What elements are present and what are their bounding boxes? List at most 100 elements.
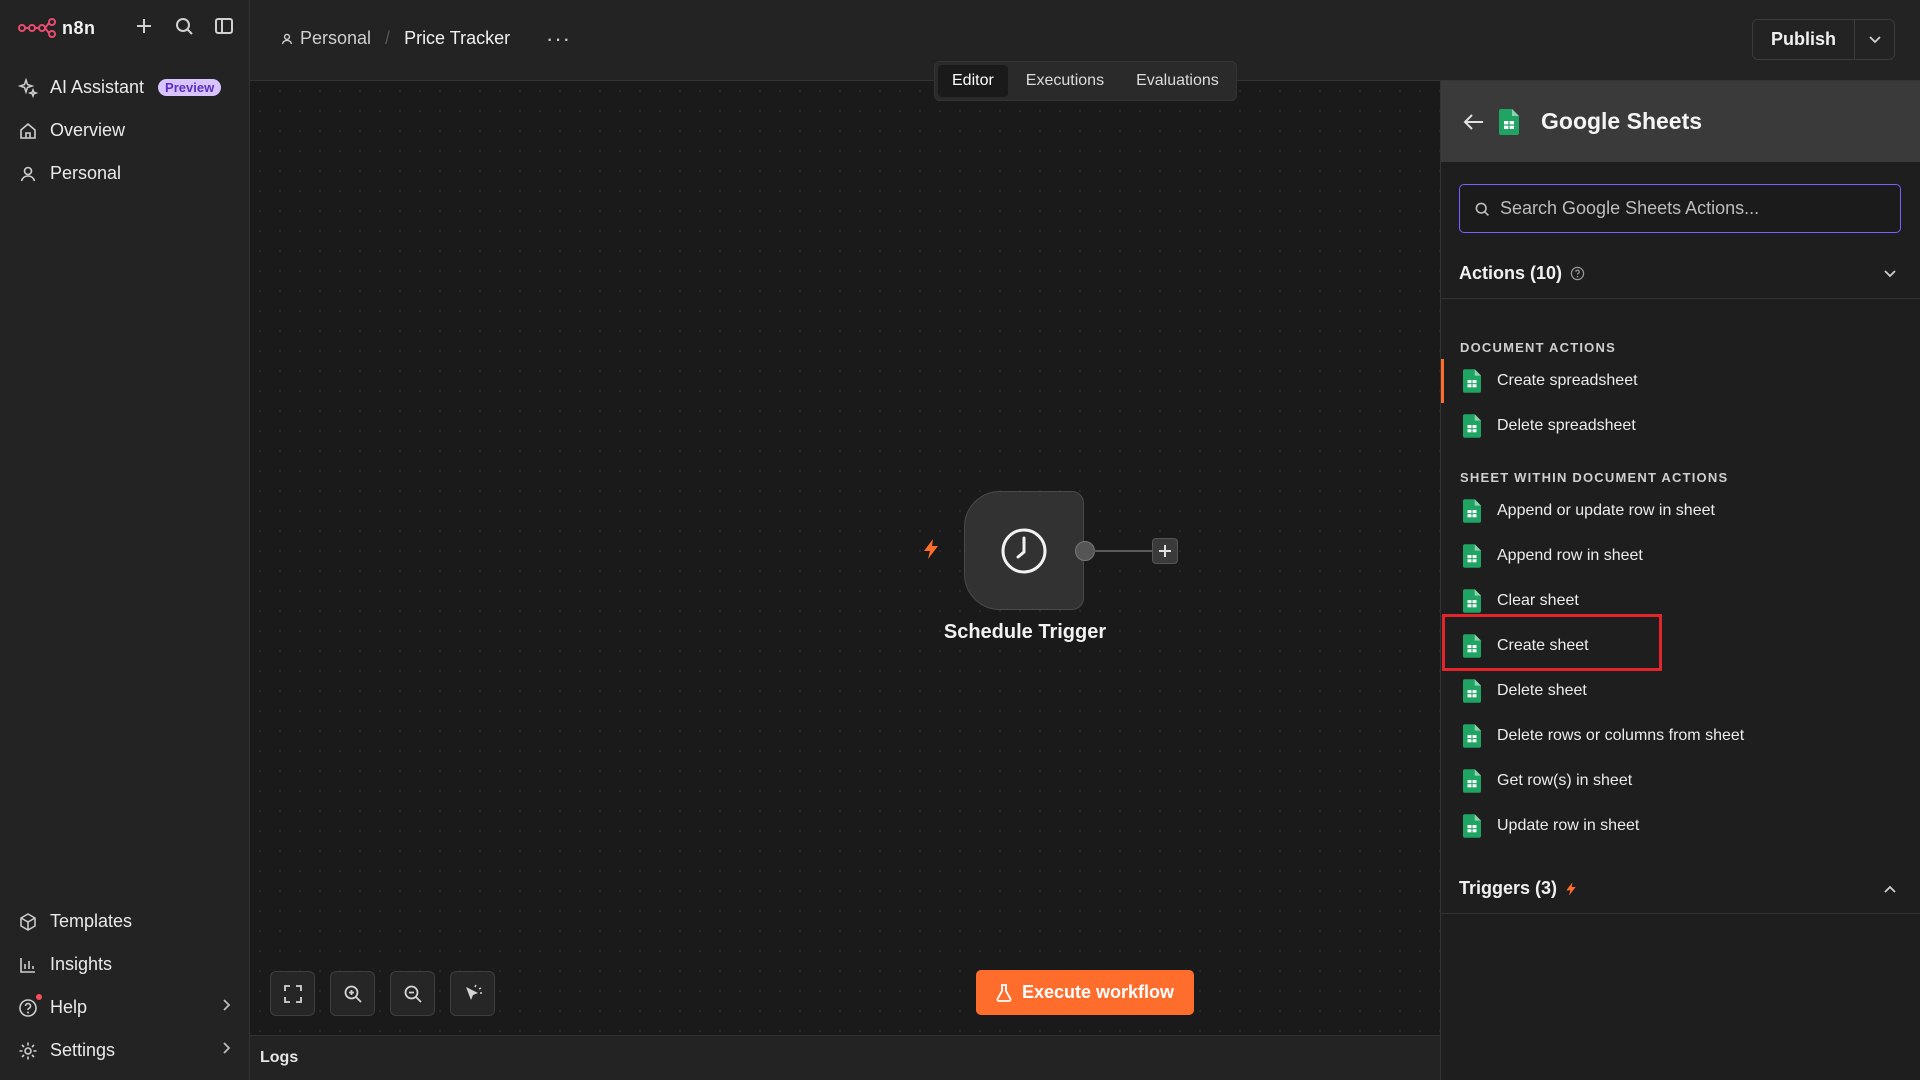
bolt-icon [1565,881,1577,897]
triggers-header-label: Triggers (3) [1459,878,1558,898]
action-clear-sheet[interactable]: Clear sheet [1441,579,1920,623]
action-label: Update row in sheet [1497,817,1640,834]
broom-icon [465,984,482,1000]
toggle-sidebar-icon[interactable] [212,14,236,38]
breadcrumb-project[interactable]: Personal [300,28,371,49]
action-label: Delete rows or columns from sheet [1497,727,1745,744]
sidebar-item-templates[interactable]: Templates [0,900,250,943]
gear-icon [18,1041,38,1061]
add-node-button[interactable] [1152,538,1178,564]
execute-workflow-button[interactable]: Execute workflow [976,970,1194,1015]
panel-header: Google Sheets [1441,81,1920,162]
action-append-row[interactable]: Append row in sheet [1441,534,1920,578]
google-sheets-icon [1463,369,1481,393]
tab-evaluations[interactable]: Evaluations [1122,65,1233,97]
action-label: Delete sheet [1497,682,1587,699]
chevron-right-icon [222,998,232,1017]
action-create-sheet[interactable]: Create sheet [1441,624,1920,668]
fit-view-button[interactable] [270,971,315,1016]
breadcrumb-separator: / [385,28,391,48]
notification-dot [36,994,42,1000]
google-sheets-icon [1499,108,1519,135]
actions-search-box [1459,184,1901,233]
connector-line [1094,550,1152,552]
action-label: Delete spreadsheet [1497,417,1636,434]
action-label: Create sheet [1497,637,1589,654]
search-icon [1475,202,1489,216]
sidebar-item-label: Templates [50,911,133,931]
action-label: Clear sheet [1497,592,1579,609]
chevron-down-icon[interactable] [1883,269,1897,279]
add-icon[interactable] [132,14,156,38]
actions-search-input[interactable] [1500,198,1900,219]
logo-text: n8n [62,17,96,38]
fullscreen-icon [283,984,302,1003]
sidebar-item-label: Insights [50,954,113,974]
node-body[interactable] [964,491,1084,610]
sidebar-item-label: Overview [50,120,126,140]
home-icon [18,121,38,141]
sidebar-item-label: AI Assistant [50,77,145,97]
action-get-rows[interactable]: Get row(s) in sheet [1441,759,1920,803]
publish-group: Publish [1751,19,1895,60]
node-label: Schedule Trigger [943,621,1107,643]
action-create-spreadsheet[interactable]: Create spreadsheet [1441,359,1920,403]
actions-section-header[interactable]: Actions (10) [1441,249,1920,299]
node-output-handle[interactable] [1075,541,1095,561]
google-sheets-icon [1463,414,1481,438]
google-sheets-icon [1463,499,1481,523]
zoom-in-button[interactable] [330,971,375,1016]
sidebar-item-overview[interactable]: Overview [0,109,250,152]
action-update-row[interactable]: Update row in sheet [1441,804,1920,848]
tab-editor[interactable]: Editor [938,65,1008,97]
action-delete-spreadsheet[interactable]: Delete spreadsheet [1441,404,1920,448]
logs-label: Logs [260,1049,299,1066]
zoom-in-icon [344,985,362,1003]
actions-header-label: Actions (10) [1459,263,1563,283]
action-delete-rows-or-columns[interactable]: Delete rows or columns from sheet [1441,714,1920,758]
sidebar-item-settings[interactable]: Settings [0,1029,250,1072]
templates-icon [18,912,38,932]
tab-executions[interactable]: Executions [1012,65,1118,97]
project-user-icon [280,32,294,46]
zoom-out-button[interactable] [390,971,435,1016]
sidebar-item-personal[interactable]: Personal [0,152,250,195]
canvas-toolbar [270,971,495,1016]
logs-bar[interactable]: Logs [250,1035,1440,1080]
sidebar-top-actions [132,14,236,38]
action-delete-sheet[interactable]: Delete sheet [1441,669,1920,713]
help-icon [18,998,38,1018]
triggers-section-header[interactable]: Triggers (3) [1441,864,1920,914]
zoom-out-icon [404,985,422,1003]
publish-button[interactable]: Publish [1752,20,1854,59]
google-sheets-icon [1463,544,1481,568]
sidebar-item-insights[interactable]: Insights [0,943,250,986]
chevron-right-icon [222,1041,232,1060]
sidebar-item-ai-assistant[interactable]: AI Assistant Preview [0,66,250,109]
action-label: Create spreadsheet [1497,372,1638,389]
flask-icon [996,983,1012,1002]
google-sheets-icon [1463,679,1481,703]
panel-title: Google Sheets [1541,108,1703,134]
chevron-down-icon[interactable] [1854,20,1894,59]
sidebar-bottom-nav: Templates Insights Help Settings [0,900,250,1072]
app-root: n8n AI Assistant Preview Overview Person… [0,0,1920,1080]
logo[interactable]: n8n [18,14,96,42]
sidebar-item-help[interactable]: Help [0,986,250,1029]
workflow-name[interactable]: Price Tracker [404,28,510,49]
sidebar-nav: AI Assistant Preview Overview Personal [0,66,250,195]
workflow-canvas[interactable] [250,81,1440,1035]
group-title-sheet-actions: SHEET WITHIN DOCUMENT ACTIONS [1460,470,1729,485]
search-icon[interactable] [172,14,196,38]
sparkle-icon [18,77,38,98]
chevron-up-icon[interactable] [1883,884,1897,894]
sidebar-item-label: Personal [50,163,122,183]
tidy-up-button[interactable] [450,971,495,1016]
clock-icon [1001,528,1047,573]
more-options-button[interactable]: ··· [546,26,571,52]
action-append-or-update-row[interactable]: Append or update row in sheet [1441,489,1920,533]
schedule-trigger-node[interactable]: Schedule Trigger [944,491,1106,643]
back-arrow-icon[interactable] [1463,113,1485,131]
info-icon[interactable] [1570,266,1585,281]
execute-label: Execute workflow [1021,982,1175,1002]
